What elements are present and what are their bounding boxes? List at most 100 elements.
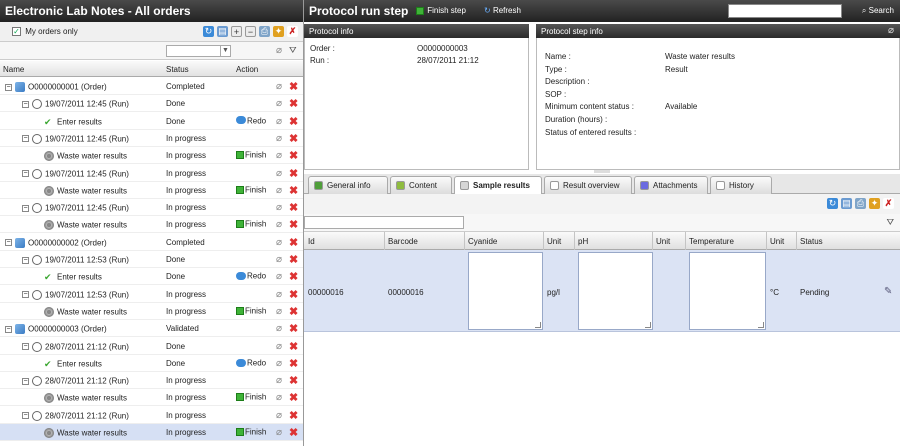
delete-icon[interactable]: ✖ xyxy=(289,322,298,335)
delete-icon[interactable]: ✖ xyxy=(289,132,298,145)
wizard-icon[interactable]: ✦ xyxy=(869,198,880,209)
column-divider[interactable] xyxy=(685,232,686,250)
tree-row[interactable]: − 28/07/2011 21:12 (Run) In progress ⌀ ✖ xyxy=(0,407,303,424)
tree-row[interactable]: − 19/07/2011 12:53 (Run) In progress ⌀ ✖ xyxy=(0,286,303,303)
delete-icon[interactable]: ✖ xyxy=(289,270,298,283)
print-icon[interactable]: ⎙ xyxy=(259,26,270,37)
edit-row-icon[interactable]: ✎ xyxy=(884,286,892,297)
collapse-icon[interactable]: − xyxy=(5,325,12,333)
finish-button[interactable]: Finish xyxy=(236,185,266,196)
collapse-icon[interactable]: − xyxy=(22,412,29,420)
tab-attachments[interactable]: Attachments xyxy=(634,176,708,194)
column-divider[interactable] xyxy=(384,232,385,250)
delete-icon[interactable]: ✖ xyxy=(289,288,298,301)
finish-button[interactable]: Finish xyxy=(236,306,266,317)
tab-general-info[interactable]: General info xyxy=(308,176,388,194)
tree-row[interactable]: − 28/07/2011 21:12 (Run) Done ⌀ ✖ xyxy=(0,338,303,355)
delete-icon[interactable]: ✖ xyxy=(289,218,298,231)
column-divider[interactable] xyxy=(574,232,575,250)
grid-column-header[interactable]: Unit xyxy=(547,237,561,246)
finish-button[interactable]: Finish xyxy=(236,392,266,403)
paperclip-icon[interactable]: ⌀ xyxy=(276,323,282,334)
delete-icon[interactable]: ✖ xyxy=(289,167,298,180)
export-icon[interactable]: ▤ xyxy=(841,198,852,209)
paperclip-icon[interactable]: ⌀ xyxy=(276,341,282,352)
finish-button[interactable]: Finish xyxy=(236,150,266,161)
tab-content[interactable]: Content xyxy=(390,176,452,194)
print-icon[interactable]: ⎙ xyxy=(855,198,866,209)
redo-button[interactable]: Redo xyxy=(236,271,266,282)
grid-column-header[interactable]: Status xyxy=(800,237,823,246)
paperclip-icon[interactable]: ⌀ xyxy=(276,81,282,92)
tree-row[interactable]: − 28/07/2011 21:12 (Run) In progress ⌀ ✖ xyxy=(0,372,303,390)
grid-column-header[interactable]: Unit xyxy=(656,237,670,246)
collapse-icon[interactable]: − xyxy=(22,135,29,143)
tree-row[interactable]: Waste water results In progress Finish ⌀ ✖ xyxy=(0,424,303,441)
tree-row[interactable]: − 19/07/2011 12:45 (Run) In progress ⌀ ✖ xyxy=(0,199,303,217)
search-input[interactable] xyxy=(728,4,842,18)
grid-column-header[interactable]: Barcode xyxy=(388,237,418,246)
column-action[interactable]: Action xyxy=(236,65,258,74)
tree-row[interactable]: − 19/07/2011 12:45 (Run) In progress ⌀ ✖ xyxy=(0,165,303,182)
refresh-button[interactable]: ↻ Refresh xyxy=(484,6,521,15)
delete-icon[interactable]: ✖ xyxy=(289,97,298,110)
finish-button[interactable]: Finish xyxy=(236,427,266,438)
delete-icon[interactable]: ✖ xyxy=(289,115,298,128)
my-orders-only-toggle[interactable]: ✓ My orders only xyxy=(12,27,78,37)
collapse-icon[interactable]: − xyxy=(22,170,29,177)
delete-icon[interactable]: ✖ xyxy=(289,236,298,249)
tree-row[interactable]: Waste water results In progress Finish ⌀ ✖ xyxy=(0,147,303,165)
paperclip-icon[interactable]: ⌀ xyxy=(276,306,282,317)
filter-icon[interactable]: ⛛ xyxy=(886,217,894,228)
grid-column-header[interactable]: Unit xyxy=(770,237,784,246)
column-divider[interactable] xyxy=(543,232,544,250)
paperclip-icon[interactable]: ⌀ xyxy=(276,392,282,403)
sample-grid-row[interactable]: 00000016 00000016 pg/l °C Pending ✎ xyxy=(304,250,900,332)
tab-history[interactable]: History xyxy=(710,176,772,194)
paperclip-icon[interactable]: ⌀ xyxy=(276,375,282,386)
tree-row[interactable]: − O0000000002 (Order) Completed ⌀ ✖ xyxy=(0,234,303,251)
tree-row[interactable]: Waste water results In progress Finish ⌀ ✖ xyxy=(0,303,303,320)
panel-splitter-handle[interactable] xyxy=(594,170,610,173)
grid-column-header[interactable]: pH xyxy=(578,237,588,246)
paperclip-icon[interactable]: ⌀ xyxy=(276,116,282,127)
export-icon[interactable]: ▤ xyxy=(217,26,228,37)
paperclip-icon[interactable]: ⌀ xyxy=(276,237,282,248)
column-status[interactable]: Status xyxy=(166,65,189,74)
tree-row[interactable]: − 19/07/2011 12:53 (Run) Done ⌀ ✖ xyxy=(0,251,303,268)
wizard-icon[interactable]: ✦ xyxy=(273,26,284,37)
paperclip-icon[interactable]: ⌀ xyxy=(276,150,282,161)
finish-button[interactable]: Finish xyxy=(236,219,266,230)
status-filter-select[interactable]: ▼ xyxy=(166,45,231,57)
collapse-icon[interactable]: − xyxy=(22,291,29,299)
collapse-icon[interactable]: − xyxy=(22,377,29,385)
paperclip-icon[interactable]: ⌀ xyxy=(276,289,282,300)
tree-row[interactable]: ✔ Enter results Done Redo ⌀ ✖ xyxy=(0,355,303,372)
collapse-icon[interactable]: − xyxy=(5,83,12,91)
temperature-input[interactable] xyxy=(689,252,766,330)
tree-row[interactable]: Waste water results In progress Finish ⌀ ✖ xyxy=(0,182,303,199)
column-name[interactable]: Name xyxy=(3,65,24,74)
collapse-icon[interactable]: − xyxy=(22,343,29,350)
delete-icon[interactable]: ✖ xyxy=(289,80,298,93)
delete-icon[interactable]: ✖ xyxy=(289,391,298,404)
redo-button[interactable]: Redo xyxy=(236,358,266,369)
paperclip-icon[interactable]: ⌀ xyxy=(276,185,282,196)
collapse-icon[interactable]: − xyxy=(22,204,29,212)
tree-row[interactable]: − O0000000001 (Order) Completed ⌀ ✖ xyxy=(0,78,303,95)
column-divider[interactable] xyxy=(464,232,465,250)
paperclip-icon[interactable]: ⌀ xyxy=(276,410,282,421)
paperclip-icon[interactable]: ⌀ xyxy=(276,133,282,144)
clear-icon[interactable]: ✗ xyxy=(287,26,298,37)
paperclip-icon[interactable]: ⌀ xyxy=(276,98,282,109)
tree-row[interactable]: ✔ Enter results Done Redo ⌀ ✖ xyxy=(0,113,303,130)
tree-row[interactable]: ✔ Enter results Done Redo ⌀ ✖ xyxy=(0,268,303,286)
paperclip-icon[interactable]: ⌀ xyxy=(276,427,282,438)
delete-icon[interactable]: ✖ xyxy=(289,374,298,387)
expand-all-icon[interactable]: + xyxy=(231,26,242,37)
delete-icon[interactable]: ✖ xyxy=(289,253,298,266)
filter-icon[interactable]: ⛛ xyxy=(289,45,297,56)
delete-icon[interactable]: ✖ xyxy=(289,184,298,197)
paperclip-icon[interactable]: ⌀ xyxy=(276,202,282,213)
column-divider[interactable] xyxy=(652,232,653,250)
